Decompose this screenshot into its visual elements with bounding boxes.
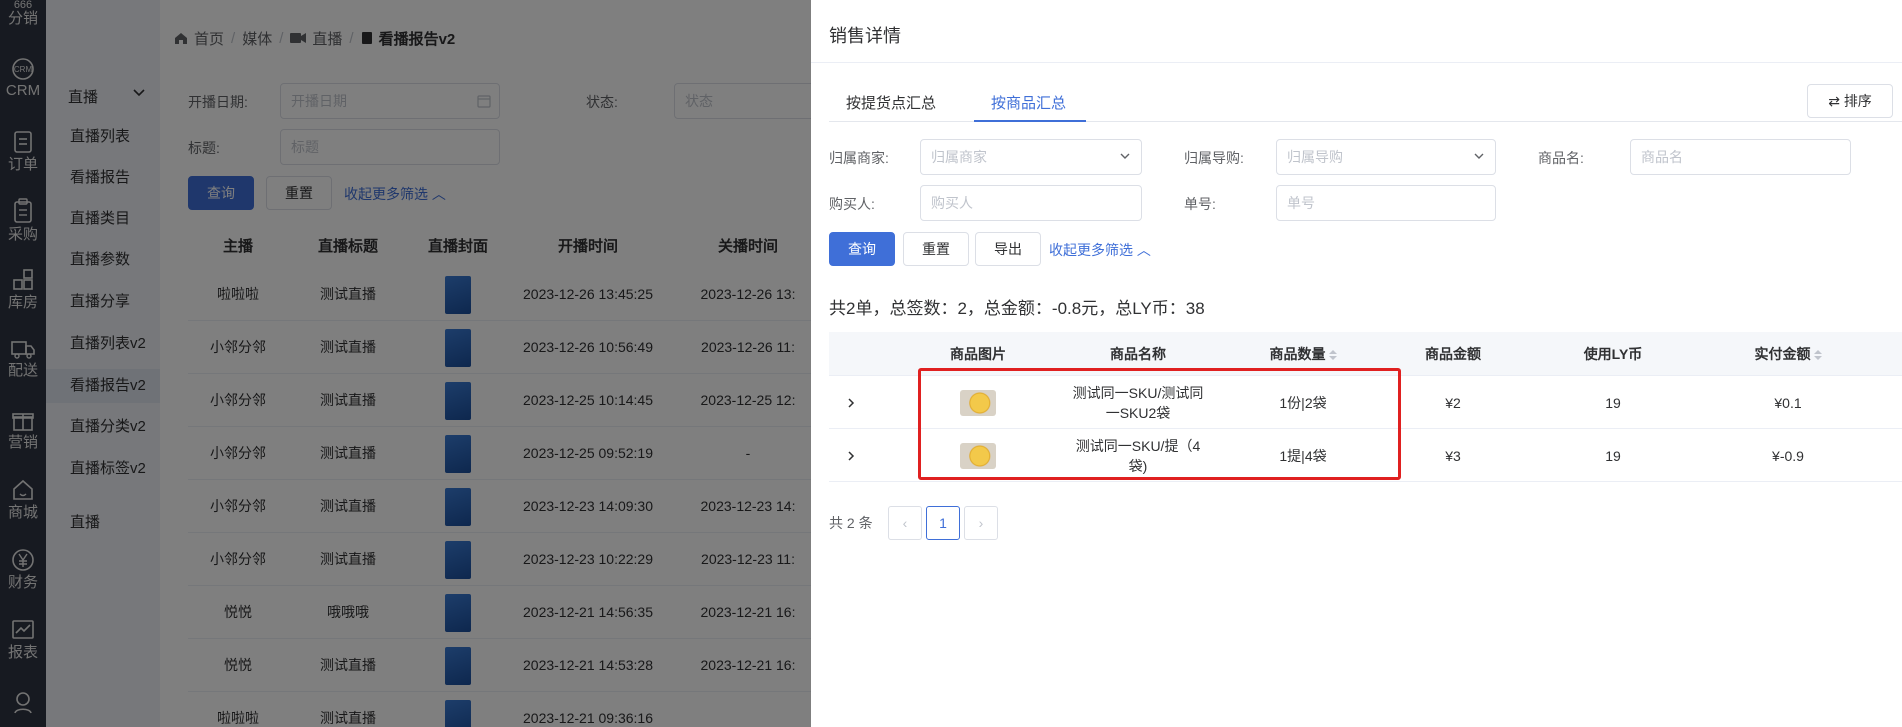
summary-text: 共2单，总签数：2，总金额：-0.8元，总LY币：38 bbox=[829, 299, 1205, 318]
sort-caret-icon[interactable] bbox=[1328, 350, 1337, 361]
guide-select[interactable]: 归属导购 bbox=[1276, 139, 1496, 175]
drawer-reset-button[interactable]: 重置 bbox=[903, 232, 969, 266]
buyer-input[interactable]: 购买人 bbox=[920, 185, 1142, 221]
sort-button[interactable]: ⇄ 排序 bbox=[1807, 84, 1893, 118]
drawer-overlay[interactable] bbox=[0, 0, 811, 727]
chevron-down-icon bbox=[1474, 153, 1484, 159]
merchant-select[interactable]: 归属商家 bbox=[920, 139, 1142, 175]
drawer-collapse-filters-link[interactable]: 收起更多筛选 ︿ bbox=[1049, 240, 1151, 260]
sort-caret-icon[interactable] bbox=[1813, 350, 1822, 361]
export-button[interactable]: 导出 bbox=[975, 232, 1041, 266]
expand-row-icon[interactable] bbox=[829, 376, 873, 429]
ly-coin-cell: 19 bbox=[1605, 447, 1621, 464]
annotation-highlight-box bbox=[918, 368, 1401, 480]
swap-icon: ⇄ bbox=[1828, 93, 1840, 109]
product-name-input[interactable]: 商品名 bbox=[1630, 139, 1851, 175]
tab-by-product[interactable]: 按商品汇总 bbox=[991, 92, 1066, 113]
ly-coin-cell: 19 bbox=[1605, 394, 1621, 411]
next-page-button[interactable]: › bbox=[964, 506, 998, 540]
paid-cell: ¥0.1 bbox=[1774, 394, 1802, 411]
tab-by-pickup-point[interactable]: 按提货点汇总 bbox=[846, 92, 936, 113]
merchant-label: 归属商家: bbox=[829, 150, 889, 166]
prev-page-button[interactable]: ‹ bbox=[888, 506, 922, 540]
chevron-down-icon bbox=[1120, 153, 1130, 159]
paid-cell: ¥-0.9 bbox=[1772, 447, 1804, 464]
expand-row-icon[interactable] bbox=[829, 429, 873, 482]
col-ly-coins: 使用LY币 bbox=[1583, 346, 1643, 362]
pagination-total: 共 2 条 bbox=[829, 515, 873, 531]
active-tab-indicator bbox=[974, 120, 1086, 122]
order-no-label: 单号: bbox=[1184, 196, 1216, 212]
col-paid-amount[interactable]: 实付金额 bbox=[1693, 332, 1883, 376]
drawer-query-button[interactable]: 查询 bbox=[829, 232, 895, 266]
sales-detail-drawer: 销售详情 按提货点汇总 按商品汇总 ⇄ 排序 归属商家: 归属商家 归属导购: … bbox=[811, 0, 1902, 727]
order-no-input[interactable]: 单号 bbox=[1276, 185, 1496, 221]
page-1-button[interactable]: 1 bbox=[926, 506, 960, 540]
drawer-title: 销售详情 bbox=[829, 26, 901, 46]
product-name-label: 商品名: bbox=[1538, 150, 1584, 166]
buyer-label: 购买人: bbox=[829, 196, 875, 212]
guide-label: 归属导购: bbox=[1184, 150, 1244, 166]
